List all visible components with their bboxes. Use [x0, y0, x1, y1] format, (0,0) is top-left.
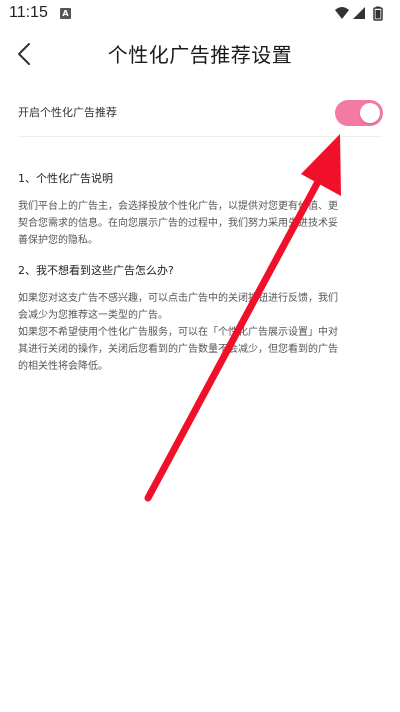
page-title: 个性化广告推荐设置	[107, 43, 293, 67]
navigation-bar: 个性化广告推荐设置	[0, 28, 400, 80]
app-notification-icon: A	[60, 8, 71, 19]
section-body: 我们平台上的广告主，会选择投放个性化广告，以提供对您更有价值、更 契合您需求的信…	[18, 201, 338, 246]
toggle-knob	[360, 103, 380, 123]
cellular-signal-icon	[353, 7, 365, 19]
personalized-ads-toggle[interactable]	[335, 100, 383, 126]
battery-icon	[373, 6, 383, 21]
status-time: 11:15	[9, 4, 48, 21]
personalized-ads-setting-row: 开启个性化广告推荐	[18, 90, 383, 137]
status-icons	[334, 6, 386, 22]
opt-out-section: 2、我不想看到这些广告怎么办? 如果您对这支广告不感兴趣，可以点击广告中的关闭按…	[18, 262, 386, 375]
wifi-icon	[335, 7, 349, 19]
section-body: 如果您对这支广告不感兴趣，可以点击广告中的关闭按钮进行反馈，我们 会减少为您推荐…	[18, 293, 338, 372]
ad-explanation-section: 1、个性化广告说明 我们平台上的广告主，会选择投放个性化广告，以提供对您更有价值…	[18, 170, 386, 249]
personalized-ads-toggle-label: 开启个性化广告推荐	[18, 106, 117, 119]
section-heading: 1、个性化广告说明	[18, 172, 113, 185]
status-bar: 11:15 A	[0, 0, 400, 28]
section-heading: 2、我不想看到这些广告怎么办?	[18, 264, 174, 277]
